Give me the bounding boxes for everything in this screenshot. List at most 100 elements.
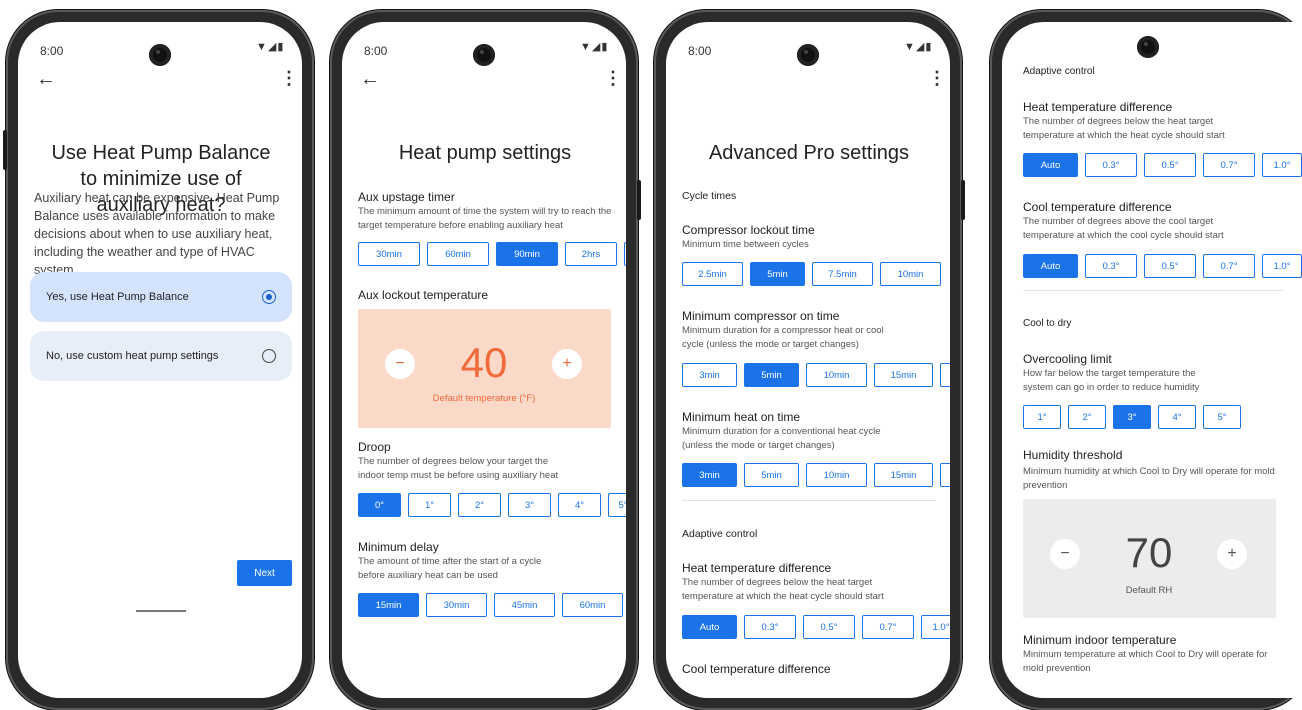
overcooling-desc: How far below the target temperature the… [1023,368,1200,393]
back-arrow-icon[interactable]: ← [360,68,380,91]
heat-temp-diff-options: Auto 0.3° 0.5° 0.7° 1.0° [1023,153,1302,177]
front-camera [149,44,171,66]
phone-frame-4: Adaptive control Heat temperature differ… [990,10,1302,710]
chip-2deg[interactable]: 2° [1068,405,1106,429]
chip-partial[interactable] [940,363,950,387]
status-time: 8:00 [364,44,388,58]
chip-30min[interactable]: 30min [426,593,487,617]
phone-frame-1: 8:00 ▼◢▮ ← ⋮ Use Heat Pump Balance to mi… [3,10,314,710]
humidity-desc: Minimum humidity at which Cool to Dry wi… [1023,466,1275,491]
chip-partial[interactable] [624,242,626,266]
chip-auto[interactable]: Auto [1023,254,1078,278]
chip-45min[interactable]: 45min [494,593,555,617]
aux-lockout-value: 40 [460,339,508,386]
chip-4deg[interactable]: 4° [1158,405,1196,429]
minus-icon[interactable]: − [1050,539,1080,569]
chip-partial[interactable] [940,463,950,487]
chip-1-0deg[interactable]: 1.0° [921,615,950,639]
option-yes-heat-pump-balance[interactable]: Yes, use Heat Pump Balance [30,272,292,322]
chip-2deg[interactable]: 2° [458,493,501,517]
chip-0-5deg[interactable]: 0.5° [1144,153,1196,177]
min-heat-on-title: Minimum heat on time [682,410,801,424]
aux-upstage-title: Aux upstage timer [358,190,455,204]
chip-60min[interactable]: 60min [427,242,489,266]
chip-15min[interactable]: 15min [874,363,933,387]
compressor-lockout-title: Compressor lockout time [682,223,815,237]
chip-2hrs[interactable]: 2hrs [565,242,617,266]
overcooling-options: 1° 2° 3° 4° 5° [1023,405,1241,429]
chip-0-3deg[interactable]: 0.3° [1085,254,1137,278]
chip-7-5min[interactable]: 7.5min [812,262,873,286]
chip-60min[interactable]: 60min [562,593,623,617]
home-indicator [136,610,186,612]
droop-desc: The number of degrees below your target … [358,456,559,481]
chip-0-7deg[interactable]: 0.7° [1203,254,1255,278]
chip-30min[interactable]: 30min [358,242,420,266]
chip-0-5deg[interactable]: 0.5° [803,615,855,639]
chip-auto[interactable]: Auto [682,615,737,639]
chip-0-7deg[interactable]: 0.7° [1203,153,1255,177]
chip-0deg[interactable]: 0° [358,493,401,517]
humidity-control: − 70 + Default RH [1023,499,1276,618]
chip-5min[interactable]: 5min [744,463,799,487]
adaptive-control-section: Adaptive control [1023,66,1095,77]
chip-3deg[interactable]: 3° [1113,405,1151,429]
min-delay-title: Minimum delay [358,540,439,554]
cool-temp-diff-title: Cool temperature difference [682,662,831,676]
option-no-custom-settings[interactable]: No, use custom heat pump settings [30,331,292,381]
option-label: Yes, use Heat Pump Balance [46,291,189,303]
chip-1deg[interactable]: 1° [1023,405,1061,429]
chip-0-5deg[interactable]: 0.5° [1144,254,1196,278]
minus-icon[interactable]: − [385,349,415,379]
compressor-lockout-desc: Minimum time between cycles [682,239,809,250]
chip-10min[interactable]: 10min [806,363,867,387]
humidity-caption: Default RH [1125,585,1173,596]
front-camera [473,44,495,66]
more-vert-icon[interactable]: ⋮ [928,68,946,89]
heat-temp-diff-options: Auto 0.3° 0.5° 0.7° 1.0° [682,615,950,639]
more-vert-icon[interactable]: ⋮ [604,68,622,89]
status-time: 8:00 [688,44,712,58]
radio-unselected-icon[interactable] [262,349,276,363]
cool-to-dry-section: Cool to dry [1023,318,1072,329]
heat-temp-diff-desc: The number of degrees below the heat tar… [1023,116,1225,141]
min-compressor-on-options: 3min 5min 10min 15min [682,363,950,387]
plus-icon[interactable]: + [1217,539,1247,569]
chip-0-3deg[interactable]: 0.3° [744,615,796,639]
divider [1023,290,1283,291]
next-button[interactable]: Next [237,560,292,586]
status-time: 8:00 [40,44,64,58]
chip-1deg[interactable]: 1° [408,493,451,517]
chip-90min[interactable]: 90min [496,242,558,266]
chip-1-0deg[interactable]: 1.0° [1262,153,1302,177]
description-text: Auxiliary heat can be expensive. Heat Pu… [34,191,280,277]
chip-1-0deg[interactable]: 1.0° [1262,254,1302,278]
chip-5deg[interactable]: 5° [1203,405,1241,429]
chip-3min[interactable]: 3min [682,363,737,387]
radio-selected-icon[interactable] [262,290,276,304]
chip-0-3deg[interactable]: 0.3° [1085,153,1137,177]
min-heat-on-options: 3min 5min 10min 15min [682,463,950,487]
chip-auto[interactable]: Auto [1023,153,1078,177]
chip-10min[interactable]: 10min [880,262,941,286]
chip-10min[interactable]: 10min [806,463,867,487]
plus-icon[interactable]: + [552,349,582,379]
status-icons: ▼◢▮ [580,41,609,53]
compressor-lockout-options: 2.5min 5min 7.5min 10min [682,262,941,286]
chip-15min[interactable]: 15min [358,593,419,617]
droop-title: Droop [358,440,391,454]
chip-0-7deg[interactable]: 0.7° [862,615,914,639]
chip-5min[interactable]: 5min [750,262,805,286]
chip-15min[interactable]: 15min [874,463,933,487]
chip-3deg[interactable]: 3° [508,493,551,517]
chip-2-5min[interactable]: 2.5min [682,262,743,286]
more-vert-icon[interactable]: ⋮ [280,68,298,89]
back-arrow-icon[interactable]: ← [36,68,56,91]
chip-5min[interactable]: 5min [744,363,799,387]
screen-heat-pump-settings: 8:00 ▼◢▮ ← ⋮ Heat pump settings Aux upst… [342,22,626,698]
chip-4deg[interactable]: 4° [558,493,601,517]
chip-3min[interactable]: 3min [682,463,737,487]
chip-5deg[interactable]: 5° [608,493,626,517]
screen-adaptive-cool-to-dry: Adaptive control Heat temperature differ… [1002,22,1302,698]
humidity-title: Humidity threshold [1023,448,1123,462]
